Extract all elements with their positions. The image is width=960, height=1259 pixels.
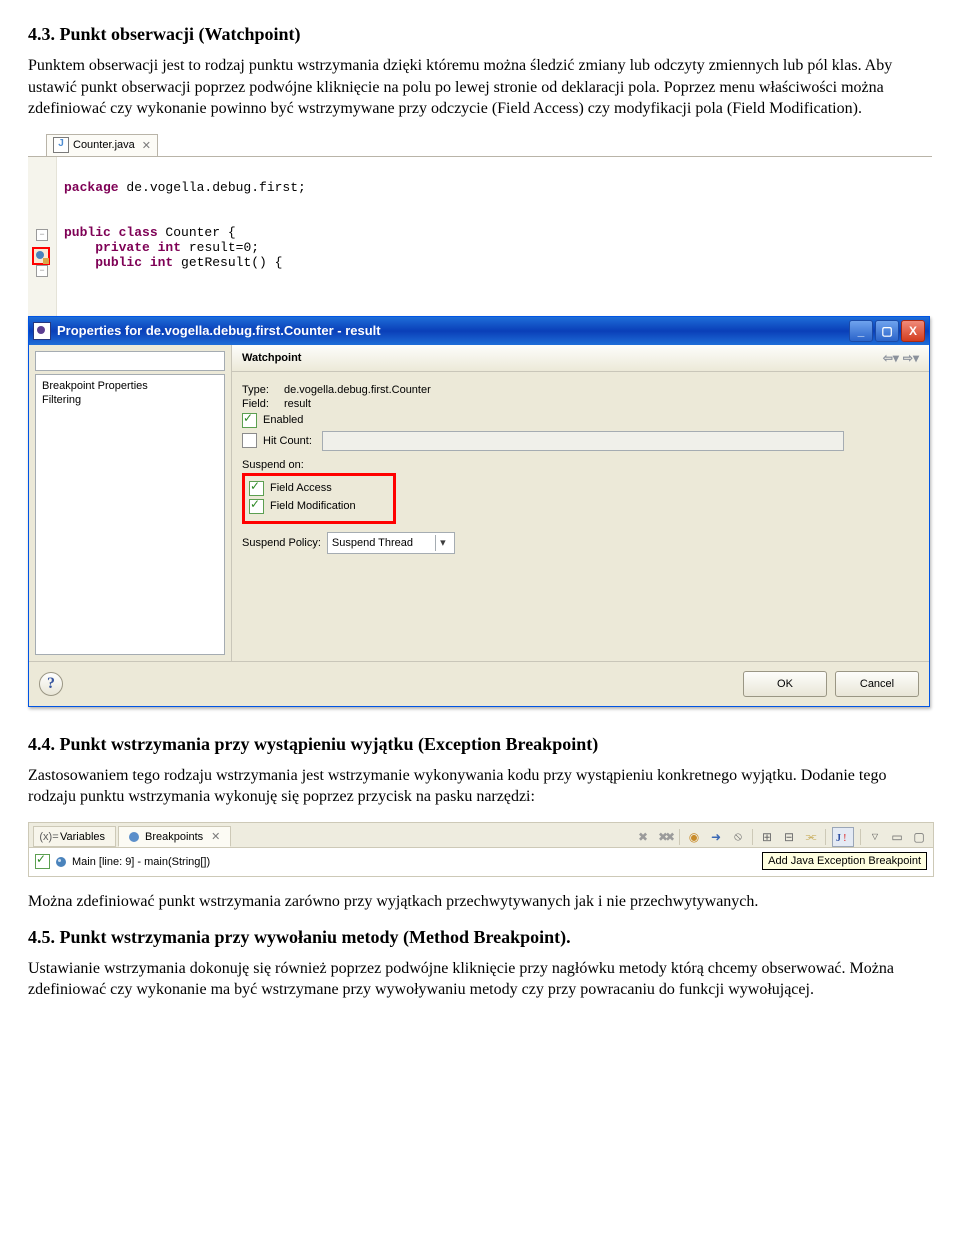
breakpoint-dot-icon (56, 857, 66, 867)
add-java-exception-breakpoint-button[interactable]: J! (832, 827, 854, 847)
field-modification-checkbox[interactable] (249, 499, 264, 514)
goto-file-icon[interactable]: ➜ (708, 829, 724, 845)
hitcount-input[interactable] (322, 431, 844, 451)
tab-close-icon[interactable]: ✕ (211, 830, 220, 843)
editor-tab-label: Counter.java (73, 139, 135, 151)
type-value: de.vogella.debug.first.Counter (284, 384, 431, 396)
dialog-right-pane: Watchpoint ⇦▾ ⇨▾ Type:de.vogella.debug.f… (231, 345, 929, 661)
enabled-checkbox[interactable] (242, 413, 257, 428)
toolbar-divider (679, 829, 680, 845)
watchpoint-marker-icon[interactable] (32, 247, 50, 265)
fold-minus-icon[interactable]: − (36, 265, 48, 277)
svg-text:!: ! (843, 832, 847, 844)
dialog-title: Properties for de.vogella.debug.first.Co… (57, 323, 381, 338)
editor-area[interactable]: − − package de.vogella.debug.first; publ… (28, 156, 932, 317)
breakpoints-list[interactable]: Main [line: 9] - main(String[]) Add Java… (29, 847, 933, 876)
tab-variables-label: Variables (60, 831, 105, 843)
suspend-policy-label: Suspend Policy: (242, 537, 321, 549)
section-4-4-heading: 4.4. Punkt wstrzymania przy wystąpieniu … (28, 734, 932, 755)
properties-dialog: Properties for de.vogella.debug.first.Co… (28, 316, 930, 707)
section-4-5-paragraph: Ustawianie wstrzymania dokonuję się równ… (28, 958, 932, 1001)
dialog-titlebar[interactable]: Properties for de.vogella.debug.first.Co… (29, 317, 929, 345)
field-label: Field: (242, 398, 284, 410)
hitcount-label: Hit Count: (263, 435, 312, 447)
fold-minus-icon[interactable]: − (36, 229, 48, 241)
link-with-view-icon[interactable]: ⫘ (803, 829, 819, 845)
breakpoint-entry-label[interactable]: Main [line: 9] - main(String[]) (72, 856, 210, 868)
show-supported-breakpoints-icon[interactable]: ◉ (686, 829, 702, 845)
section-4-3-paragraph: Punktem obserwacji jest to rodzaj punktu… (28, 55, 932, 120)
breakpoints-toolbar: ✖ ✖✖ ◉ ➜ ⦸ ⊞ ⊟ ⫘ J! ▽ ▭ ▢ (635, 827, 933, 847)
maximize-view-icon[interactable]: ▢ (911, 829, 927, 845)
dialog-left-pane: Breakpoint Properties Filtering (29, 345, 231, 661)
field-modification-label: Field Modification (270, 500, 356, 512)
highlight-suspend-options: Field Access Field Modification (242, 473, 396, 524)
help-button[interactable]: ? (39, 672, 63, 696)
field-access-checkbox[interactable] (249, 481, 264, 496)
suspend-policy-select[interactable]: Suspend Thread ▾ (327, 532, 455, 554)
category-tree[interactable]: Breakpoint Properties Filtering (35, 374, 225, 655)
editor-gutter[interactable]: − − (28, 157, 57, 317)
java-file-icon: J (53, 137, 69, 153)
right-pane-heading: Watchpoint (242, 352, 301, 364)
field-access-label: Field Access (270, 482, 332, 494)
toolbar-divider (752, 829, 753, 845)
editor-code: package de.vogella.debug.first; public c… (64, 165, 306, 285)
right-pane-nav: ⇦▾ ⇨▾ (883, 351, 919, 365)
filter-input[interactable] (35, 351, 225, 371)
toolbar-divider (860, 829, 861, 845)
section-4-3-heading: 4.3. Punkt obserwacji (Watchpoint) (28, 24, 932, 45)
remove-all-breakpoints-icon[interactable]: ✖✖ (657, 829, 673, 845)
field-value: result (284, 398, 311, 410)
tab-breakpoints[interactable]: Breakpoints ✕ (118, 826, 231, 847)
tree-item-filtering[interactable]: Filtering (42, 393, 218, 407)
suspend-on-label: Suspend on: (242, 459, 919, 471)
ok-button[interactable]: OK (743, 671, 827, 697)
nav-forward-icon[interactable]: ⇨▾ (903, 351, 919, 365)
view-menu-icon[interactable]: ▽ (867, 829, 883, 845)
tooltip-add-exception-breakpoint: Add Java Exception Breakpoint (762, 852, 927, 870)
minimize-view-icon[interactable]: ▭ (889, 829, 905, 845)
suspend-policy-value: Suspend Thread (332, 537, 413, 549)
type-label: Type: (242, 384, 284, 396)
window-minimize-button[interactable]: _ (849, 320, 873, 342)
cancel-button[interactable]: Cancel (835, 671, 919, 697)
editor-tab-counter-java[interactable]: J Counter.java ✕ (46, 134, 158, 156)
tab-breakpoints-label: Breakpoints (145, 831, 203, 843)
hitcount-checkbox[interactable] (242, 433, 257, 448)
variables-icon: (x)= (42, 830, 56, 844)
tree-item-breakpoint-properties[interactable]: Breakpoint Properties (42, 379, 218, 393)
svg-text:J: J (836, 833, 841, 844)
expand-all-icon[interactable]: ⊞ (759, 829, 775, 845)
paragraph-after-shot2: Można zdefiniować punkt wstrzymania zaró… (28, 891, 932, 913)
tab-close-icon[interactable]: ✕ (142, 139, 151, 152)
section-4-4-paragraph: Zastosowaniem tego rodzaju wstrzymania j… (28, 765, 932, 808)
chevron-down-icon: ▾ (435, 535, 450, 551)
tab-variables[interactable]: (x)= Variables (33, 826, 116, 847)
toolbar-divider (825, 829, 826, 845)
screenshot-watchpoint-properties: J Counter.java ✕ − − package de.vogella.… (28, 134, 932, 704)
remove-breakpoint-icon[interactable]: ✖ (635, 829, 651, 845)
nav-back-icon[interactable]: ⇦▾ (883, 351, 899, 365)
skip-all-breakpoints-icon[interactable]: ⦸ (730, 829, 746, 845)
breakpoint-enable-checkbox[interactable] (35, 854, 50, 869)
window-close-button[interactable]: X (901, 320, 925, 342)
eclipse-icon (33, 322, 51, 340)
window-maximize-button[interactable]: ▢ (875, 320, 899, 342)
breakpoints-icon (127, 830, 141, 844)
section-4-5-heading: 4.5. Punkt wstrzymania przy wywołaniu me… (28, 927, 932, 948)
enabled-label: Enabled (263, 414, 303, 426)
screenshot-breakpoints-view: (x)= Variables Breakpoints ✕ ✖ ✖✖ ◉ ➜ ⦸ … (28, 822, 934, 877)
collapse-all-icon[interactable]: ⊟ (781, 829, 797, 845)
